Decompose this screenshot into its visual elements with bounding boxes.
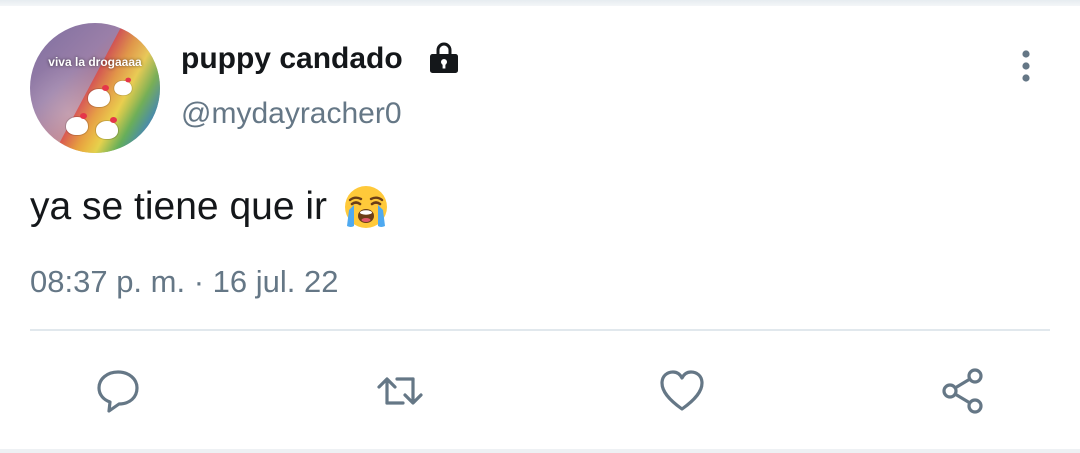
share-button[interactable]: [938, 366, 988, 416]
display-name[interactable]: puppy candado: [181, 42, 403, 76]
lock-icon: [430, 42, 458, 73]
tweet-timestamp[interactable]: 08:37 p. m. · 16 jul. 22: [30, 264, 338, 300]
avatar-kitty: [66, 113, 88, 135]
avatar[interactable]: viva la drogaaaa: [30, 23, 160, 153]
share-icon: [942, 368, 983, 414]
reply-icon: [97, 370, 139, 413]
avatar-kitty: [88, 85, 110, 107]
user-handle[interactable]: @mydayracher0: [181, 97, 402, 131]
loudly-crying-face-icon: [345, 186, 388, 228]
tweet-text-container: ya se tiene que ir: [30, 182, 391, 232]
like-button[interactable]: [657, 366, 707, 416]
bottom-border: [0, 449, 1080, 453]
avatar-caption: viva la drogaaaa: [48, 55, 142, 69]
top-border: [0, 0, 1080, 6]
tweet-text: ya se tiene que ir: [30, 185, 328, 228]
more-options-icon[interactable]: [1013, 49, 1039, 85]
retweet-icon: [377, 377, 423, 405]
retweet-button[interactable]: [375, 366, 425, 416]
avatar-kitty: [96, 117, 118, 139]
divider: [30, 329, 1050, 331]
reply-button[interactable]: [93, 366, 143, 416]
avatar-kitty: [114, 77, 132, 96]
like-icon: [660, 370, 704, 411]
